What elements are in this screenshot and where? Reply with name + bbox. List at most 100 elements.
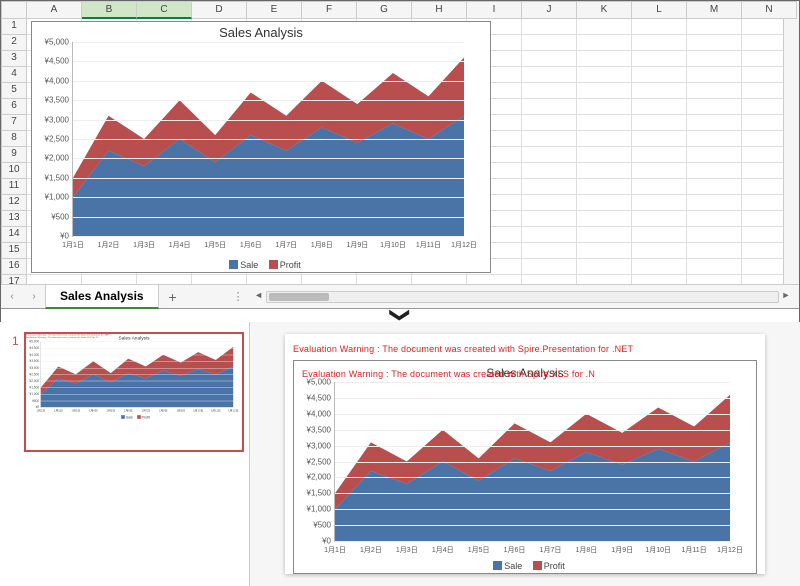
row-header-15[interactable]: 15 xyxy=(1,243,27,259)
cell[interactable] xyxy=(632,179,687,195)
cell[interactable] xyxy=(577,243,632,259)
cell[interactable] xyxy=(522,163,577,179)
cell[interactable] xyxy=(522,99,577,115)
tab-nav-prev[interactable]: ‹ xyxy=(1,286,23,308)
slide[interactable]: Evaluation Warning : The document was cr… xyxy=(285,334,765,574)
cell[interactable] xyxy=(687,179,742,195)
cell[interactable] xyxy=(687,147,742,163)
row-header-8[interactable]: 8 xyxy=(1,131,27,147)
cell[interactable] xyxy=(577,163,632,179)
cell[interactable] xyxy=(632,19,687,35)
embedded-chart[interactable]: Sales Analysis ¥0¥500¥1,000¥1,500¥2,000¥… xyxy=(31,21,491,273)
cell[interactable] xyxy=(577,115,632,131)
row-header-13[interactable]: 13 xyxy=(1,211,27,227)
cell[interactable] xyxy=(632,243,687,259)
cell[interactable] xyxy=(577,67,632,83)
cell[interactable] xyxy=(632,147,687,163)
slide-thumbnail[interactable]: 1 Evaluation Warning : The document was … xyxy=(24,332,244,452)
row-header-1[interactable]: 1 xyxy=(1,19,27,35)
cell[interactable] xyxy=(577,35,632,51)
column-header-K[interactable]: K xyxy=(577,1,632,19)
sheet-tab-active[interactable]: Sales Analysis xyxy=(45,284,159,309)
select-all-corner[interactable] xyxy=(1,1,27,19)
column-header-H[interactable]: H xyxy=(412,1,467,19)
row-header-14[interactable]: 14 xyxy=(1,227,27,243)
add-sheet-button[interactable]: + xyxy=(159,289,187,305)
cell[interactable] xyxy=(632,115,687,131)
cell[interactable] xyxy=(687,227,742,243)
scroll-track[interactable] xyxy=(266,291,779,303)
cell[interactable] xyxy=(577,99,632,115)
column-header-G[interactable]: G xyxy=(357,1,412,19)
cell[interactable] xyxy=(522,179,577,195)
cell[interactable] xyxy=(632,259,687,275)
column-header-L[interactable]: L xyxy=(632,1,687,19)
cell[interactable] xyxy=(522,211,577,227)
embedded-chart[interactable]: Evaluation Warning : The document was cr… xyxy=(293,360,757,574)
cell[interactable] xyxy=(522,147,577,163)
row-header-11[interactable]: 11 xyxy=(1,179,27,195)
horizontal-scrollbar[interactable]: ⋮ ◄ ► xyxy=(227,290,799,304)
cell[interactable] xyxy=(522,227,577,243)
cell[interactable] xyxy=(687,259,742,275)
cell[interactable] xyxy=(687,115,742,131)
column-header-B[interactable]: B xyxy=(82,1,137,19)
row-header-10[interactable]: 10 xyxy=(1,163,27,179)
cell[interactable] xyxy=(577,259,632,275)
scroll-thumb[interactable] xyxy=(269,293,329,301)
column-header-J[interactable]: J xyxy=(522,1,577,19)
column-header-A[interactable]: A xyxy=(27,1,82,19)
cell[interactable] xyxy=(687,131,742,147)
column-header-N[interactable]: N xyxy=(742,1,797,19)
cell[interactable] xyxy=(522,259,577,275)
column-header-E[interactable]: E xyxy=(247,1,302,19)
cell[interactable] xyxy=(522,115,577,131)
cell[interactable] xyxy=(522,195,577,211)
scroll-left-button[interactable]: ◄ xyxy=(252,290,266,304)
cell[interactable] xyxy=(687,163,742,179)
row-header-6[interactable]: 6 xyxy=(1,99,27,115)
cell[interactable] xyxy=(577,131,632,147)
row-header-2[interactable]: 2 xyxy=(1,35,27,51)
cell[interactable] xyxy=(522,83,577,99)
cell[interactable] xyxy=(632,35,687,51)
cell[interactable] xyxy=(577,51,632,67)
row-header-5[interactable]: 5 xyxy=(1,83,27,99)
column-header-I[interactable]: I xyxy=(467,1,522,19)
cell[interactable] xyxy=(632,227,687,243)
cell[interactable] xyxy=(687,67,742,83)
column-header-F[interactable]: F xyxy=(302,1,357,19)
cell[interactable] xyxy=(687,195,742,211)
column-header-C[interactable]: C xyxy=(137,1,192,19)
cell[interactable] xyxy=(522,67,577,83)
cell[interactable] xyxy=(522,131,577,147)
row-header-16[interactable]: 16 xyxy=(1,259,27,275)
cell[interactable] xyxy=(687,243,742,259)
cell[interactable] xyxy=(632,99,687,115)
cell[interactable] xyxy=(632,195,687,211)
cell[interactable] xyxy=(687,35,742,51)
cell[interactable] xyxy=(522,51,577,67)
vertical-scrollbar[interactable] xyxy=(783,19,799,284)
cell[interactable] xyxy=(522,243,577,259)
scroll-right-button[interactable]: ► xyxy=(779,290,793,304)
cell[interactable] xyxy=(577,147,632,163)
cell[interactable] xyxy=(687,83,742,99)
row-header-4[interactable]: 4 xyxy=(1,67,27,83)
cell[interactable] xyxy=(522,19,577,35)
cell[interactable] xyxy=(632,211,687,227)
cell[interactable] xyxy=(577,83,632,99)
cell[interactable] xyxy=(632,51,687,67)
cell[interactable] xyxy=(522,35,577,51)
tab-nav-next[interactable]: › xyxy=(23,286,45,308)
cell[interactable] xyxy=(577,227,632,243)
column-header-M[interactable]: M xyxy=(687,1,742,19)
cell[interactable] xyxy=(632,131,687,147)
cell[interactable] xyxy=(632,67,687,83)
row-header-3[interactable]: 3 xyxy=(1,51,27,67)
cell[interactable] xyxy=(687,19,742,35)
cell[interactable] xyxy=(632,163,687,179)
cell[interactable] xyxy=(687,51,742,67)
column-header-D[interactable]: D xyxy=(192,1,247,19)
cell[interactable] xyxy=(577,211,632,227)
